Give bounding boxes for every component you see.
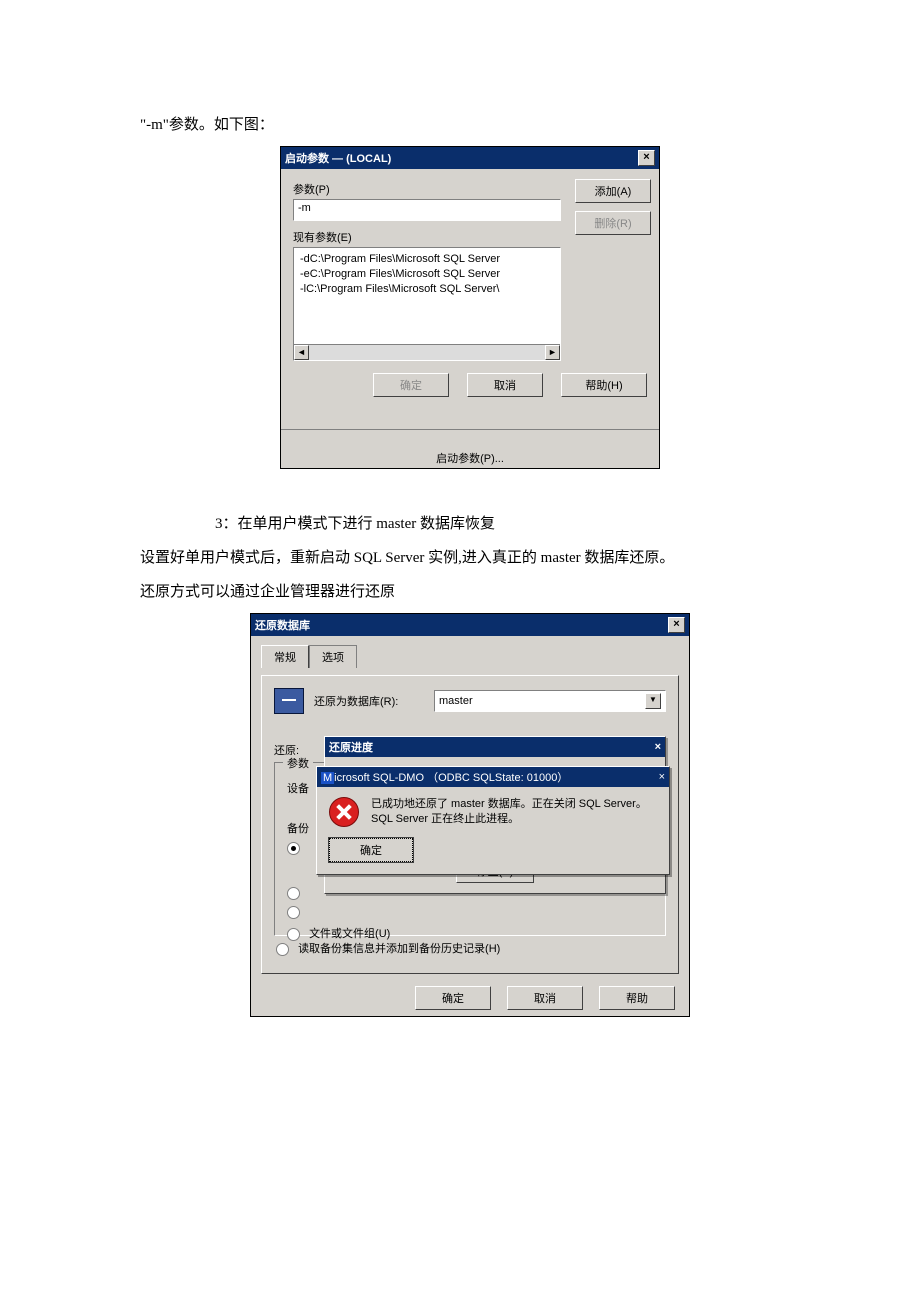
scroll-right-icon[interactable]: ► [545,345,560,360]
help-button[interactable]: 帮助(H) [561,373,647,397]
list-item[interactable]: -lC:\Program Files\Microsoft SQL Server\ [300,282,552,297]
read-backupset-label: 读取备份集信息并添加到备份历史记录(H) [298,943,500,955]
restore-as-label: 还原为数据库(R): [314,693,424,709]
param-input[interactable]: -m [293,199,561,221]
cancel-button[interactable]: 取消 [507,986,583,1010]
params-legend: 参数 [283,755,313,771]
close-icon[interactable]: × [659,771,665,783]
ok-button[interactable]: 确定 [373,373,449,397]
startup-params-link[interactable]: 启动参数(P)... [436,451,504,467]
horizontal-scrollbar[interactable]: ◄ ► [294,344,560,360]
step-heading: 3：在单用户模式下进行 master 数据库恢复 [140,509,800,539]
filegroup-label: 文件或文件组(U) [309,928,390,940]
close-icon[interactable]: × [655,741,661,753]
startup-params-dialog: 启动参数 — (LOCAL) × 参数(P) -m 现有参数(E) -dC:\ [280,146,660,469]
sql-dmo-messagebox: Microsoft SQL-DMO （ODBC SQLState: 01000）… [316,766,670,875]
remove-button[interactable]: 删除(R) [575,211,651,235]
backup-label: 备份 [287,820,309,836]
help-button[interactable]: 帮助 [599,986,675,1010]
database-icon [274,688,304,714]
messagebox-text: 已成功地还原了 master 数据库。正在关闭 SQL Server。SQL S… [371,797,657,828]
radio-read-backupset[interactable] [276,943,289,956]
add-button[interactable]: 添加(A) [575,179,651,203]
scroll-left-icon[interactable]: ◄ [294,345,309,360]
list-item[interactable]: -dC:\Program Files\Microsoft SQL Server [300,252,552,267]
close-icon[interactable]: × [668,617,685,633]
chevron-down-icon[interactable]: ▼ [645,693,661,709]
body-text: 设置好单用户模式后，重新启动 SQL Server 实例,进入真正的 maste… [140,543,800,573]
list-item[interactable]: -eC:\Program Files\Microsoft SQL Server [300,267,552,282]
existing-params-label: 现有参数(E) [293,227,561,247]
device-label: 设备 [287,780,309,796]
radio-option[interactable] [287,887,300,900]
param-label: 参数(P) [293,179,561,199]
tab-general[interactable]: 常规 [261,645,309,668]
radio-filegroup[interactable] [287,928,300,941]
intro-text: "-m"参数。如下图： [140,110,800,140]
restore-as-dropdown[interactable]: master ▼ [434,690,666,712]
messagebox-title: Microsoft SQL-DMO （ODBC SQLState: 01000） [321,769,568,785]
progress-title: 还原进度 [329,739,373,755]
cancel-button[interactable]: 取消 [467,373,543,397]
ok-button[interactable]: 确定 [415,986,491,1010]
general-panel: 还原为数据库(R): master ▼ 还原: [261,675,679,974]
existing-params-listbox[interactable]: -dC:\Program Files\Microsoft SQL Server … [293,247,561,361]
close-icon[interactable]: × [638,150,655,166]
dialog-title: 启动参数 — (LOCAL) [285,150,391,166]
restore-database-dialog: 还原数据库 × 常规 选项 还原为数据库(R): master ▼ [250,613,690,1017]
radio-option[interactable] [287,906,300,919]
dialog-title: 还原数据库 [255,617,310,633]
tab-options[interactable]: 选项 [309,645,357,668]
error-icon [329,797,359,827]
body-text: 还原方式可以通过企业管理器进行还原 [140,577,800,607]
messagebox-ok-button[interactable]: 确定 [329,838,413,862]
radio-option[interactable] [287,842,300,855]
